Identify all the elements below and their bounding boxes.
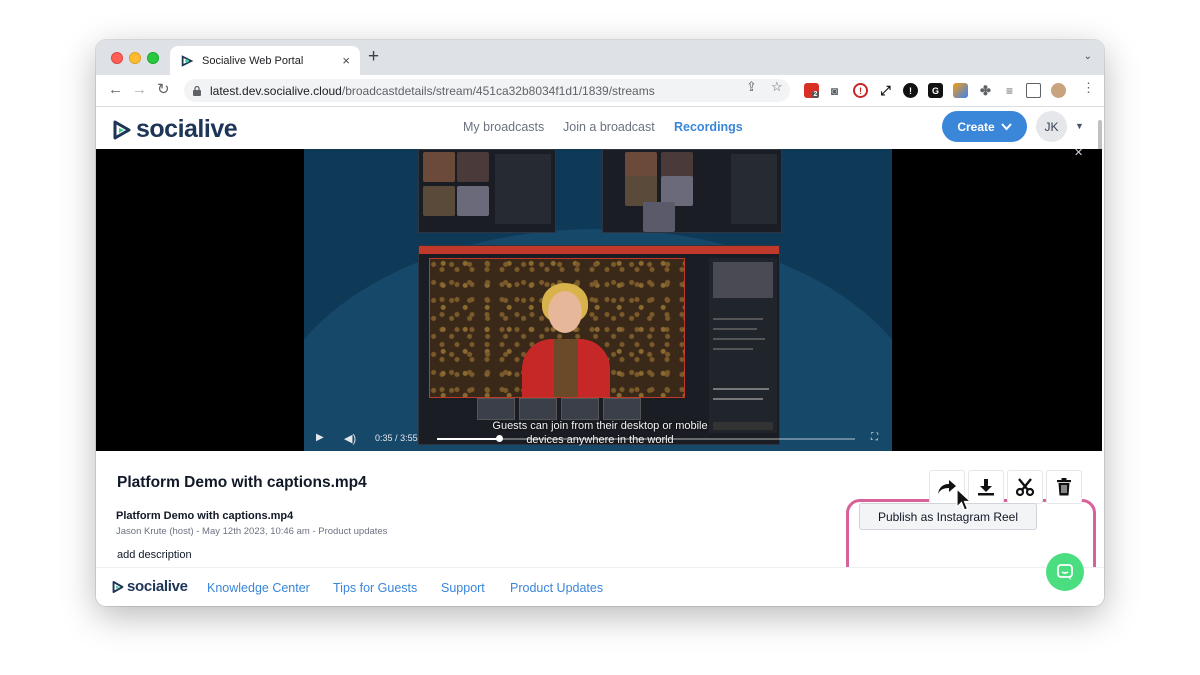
create-button[interactable]: Create: [942, 111, 1027, 142]
recording-details: Platform Demo with captions.mp4 Platform…: [96, 451, 1104, 589]
trash-icon: [1057, 478, 1071, 496]
video-thumbnail-grid-left: [418, 149, 556, 233]
studio-top-bar: [419, 246, 779, 254]
browser-toolbar: ← → ↻ latest.dev.socialive.cloud/broadca…: [96, 75, 1104, 107]
speaker-video: [429, 258, 685, 398]
socialive-logo-icon: [112, 580, 124, 593]
browser-menu-icon[interactable]: ⋮: [1082, 80, 1095, 96]
user-avatar[interactable]: JK: [1036, 111, 1067, 142]
bookmark-star-icon[interactable]: ☆: [771, 79, 783, 95]
browser-tab[interactable]: Socialive Web Portal ×: [170, 46, 360, 75]
nav-recordings[interactable]: Recordings: [674, 120, 743, 134]
pin-extension-icon[interactable]: !: [853, 83, 868, 98]
video-controls: ▶ ◀) 0:35 / 3:55 ⛶: [304, 425, 892, 451]
new-tab-button[interactable]: +: [368, 47, 379, 67]
delete-button[interactable]: [1046, 470, 1082, 504]
footer-logo-text: socialive: [127, 578, 188, 595]
download-button[interactable]: [968, 470, 1004, 504]
profile-avatar-icon[interactable]: [1051, 83, 1066, 98]
time-display: 0:35 / 3:55: [375, 433, 418, 443]
volume-icon[interactable]: ◀): [344, 432, 356, 445]
socialive-favicon-icon: [181, 54, 194, 67]
nav-join-broadcast[interactable]: Join a broadcast: [563, 120, 655, 134]
mouse-cursor-icon: [956, 488, 972, 511]
footer-link-knowledge-center[interactable]: Knowledge Center: [207, 581, 310, 595]
video-thumbnail-grid-right: [602, 149, 782, 233]
play-icon[interactable]: ▶: [316, 432, 324, 443]
site-footer: socialive Knowledge Center Tips for Gues…: [96, 567, 1104, 606]
trim-button[interactable]: [1007, 470, 1043, 504]
address-bar[interactable]: latest.dev.socialive.cloud/broadcastdeta…: [184, 79, 790, 102]
progress-bar[interactable]: [437, 435, 855, 442]
footer-link-product-updates[interactable]: Product Updates: [510, 581, 603, 595]
studio-chat-panel: [709, 258, 777, 433]
chevron-down-icon: [1000, 122, 1012, 130]
chat-icon: [1057, 564, 1073, 580]
browser-window: Socialive Web Portal × + ⌄ ← → ↻ latest.…: [96, 40, 1104, 606]
guest-thumbnails: [477, 398, 645, 420]
footer-link-tips-for-guests[interactable]: Tips for Guests: [333, 581, 417, 595]
site-header: socialive My broadcasts Join a broadcast…: [96, 107, 1104, 149]
tab-strip: Socialive Web Portal × + ⌄: [96, 40, 1104, 75]
maximize-window-button[interactable]: [147, 52, 159, 64]
socialive-logo[interactable]: socialive: [111, 115, 238, 144]
url-text: latest.dev.socialive.cloud/broadcastdeta…: [210, 83, 655, 98]
scissors-icon: [1015, 478, 1035, 497]
info-extension-icon[interactable]: !: [903, 83, 918, 98]
lock-icon: [193, 85, 201, 96]
recording-title: Platform Demo with captions.mp4: [117, 474, 367, 491]
recording-subtitle: Platform Demo with captions.mp4: [116, 510, 294, 522]
recording-meta: Jason Krute (host) - May 12th 2023, 10:4…: [116, 526, 388, 537]
extension-badge-icon[interactable]: 2: [804, 83, 820, 98]
studio-screen: [418, 245, 780, 445]
download-icon: [978, 479, 994, 496]
progress-knob[interactable]: [496, 435, 504, 442]
page-scrollbar[interactable]: [1098, 120, 1102, 150]
forward-arrow-icon[interactable]: →: [132, 80, 147, 100]
nav-my-broadcasts[interactable]: My broadcasts: [463, 120, 544, 134]
logo-text: socialive: [136, 115, 238, 143]
footer-logo[interactable]: socialive: [111, 578, 188, 595]
progress-fill: [437, 438, 500, 440]
reload-icon[interactable]: ↻: [157, 80, 170, 100]
video-player[interactable]: ✕ Guests can join from their desktop or …: [96, 149, 1102, 451]
expand-extension-icon[interactable]: ⤢: [878, 83, 893, 98]
avatar-caret-icon[interactable]: ▼: [1075, 121, 1084, 131]
minimize-window-button[interactable]: [129, 52, 141, 64]
camera-extension-icon[interactable]: ◙: [827, 83, 842, 98]
share-icon: [938, 480, 956, 494]
puzzle-extension-icon[interactable]: ✤: [978, 83, 993, 98]
video-frame: [304, 149, 892, 451]
fullscreen-icon[interactable]: ⛶: [871, 432, 878, 443]
socialive-logo-icon: [113, 120, 131, 139]
chat-support-button[interactable]: [1046, 553, 1084, 591]
tab-close-icon[interactable]: ×: [342, 53, 350, 68]
reading-list-icon[interactable]: ≡: [1002, 83, 1017, 98]
back-arrow-icon[interactable]: ←: [108, 80, 123, 100]
close-window-button[interactable]: [111, 52, 123, 64]
footer-link-support[interactable]: Support: [441, 581, 485, 595]
description-field[interactable]: add description: [117, 549, 192, 561]
publish-reel-tooltip: Publish as Instagram Reel: [859, 503, 1037, 530]
create-label: Create: [957, 119, 995, 134]
close-video-icon[interactable]: ✕: [1074, 149, 1083, 159]
colorful-extension-icon[interactable]: [953, 83, 968, 98]
tab-title: Socialive Web Portal: [202, 54, 304, 67]
share-page-icon[interactable]: ⇪: [746, 79, 757, 95]
side-panel-icon[interactable]: [1026, 83, 1041, 98]
tab-search-chevron-icon[interactable]: ⌄: [1084, 51, 1092, 62]
grammarly-extension-icon[interactable]: G: [928, 83, 943, 98]
